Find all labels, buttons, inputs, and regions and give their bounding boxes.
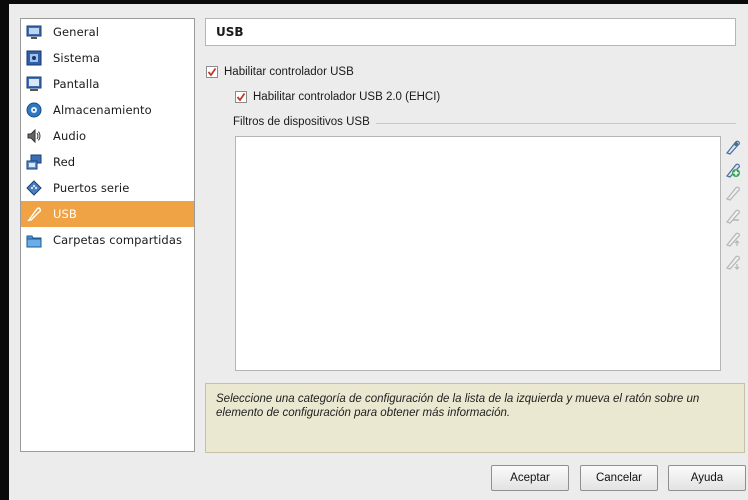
remove-filter-icon (725, 209, 740, 224)
chip-icon (25, 49, 43, 67)
usb-filters-group-label: Filtros de dispositivos USB (233, 116, 376, 128)
enable-usb-controller-checkbox[interactable]: Habilitar controlador USB (206, 66, 354, 78)
usb-icon (25, 205, 43, 223)
page-title: USB (216, 25, 244, 39)
sidebar-item-audio[interactable]: Audio (21, 123, 194, 149)
add-filter-button[interactable] (723, 136, 743, 158)
sidebar-item-label: Sistema (53, 51, 101, 65)
sidebar-item-almacenamiento[interactable]: Almacenamiento (21, 97, 194, 123)
sidebar-item-puertos-serie[interactable]: Puertos serie (21, 175, 194, 201)
sidebar-item-usb[interactable]: USB (21, 201, 194, 227)
monitor-icon (25, 23, 43, 41)
remove-filter-button[interactable] (723, 205, 743, 227)
check-icon (236, 92, 246, 102)
move-up-icon (725, 232, 740, 247)
disk-icon (25, 101, 43, 119)
sidebar-item-label: Puertos serie (53, 181, 130, 195)
settings-category-list[interactable]: General Sistema Pantalla Almacenamiento … (20, 18, 195, 452)
help-button[interactable]: Ayuda (668, 465, 746, 491)
page-title-bar: USB (205, 18, 736, 46)
serial-port-icon (25, 179, 43, 197)
cancel-button[interactable]: Cancelar (580, 465, 658, 491)
enable-usb-controller-label: Habilitar controlador USB (224, 66, 354, 78)
info-text: Seleccione una categoría de configuració… (216, 393, 700, 419)
sidebar-item-general[interactable]: General (21, 19, 194, 45)
window-top-edge (0, 0, 748, 4)
sidebar-item-label: Carpetas compartidas (53, 233, 183, 247)
sidebar-item-label: General (53, 25, 100, 39)
edit-filter-icon (725, 186, 740, 201)
add-from-device-button[interactable] (723, 159, 743, 181)
folder-icon (25, 231, 43, 249)
edit-filter-button[interactable] (723, 182, 743, 204)
enable-ehci-checkbox[interactable]: Habilitar controlador USB 2.0 (EHCI) (235, 91, 440, 103)
move-up-button[interactable] (723, 228, 743, 250)
check-icon (207, 67, 217, 77)
sidebar-item-label: Audio (53, 129, 87, 143)
speaker-icon (25, 127, 43, 145)
move-down-button[interactable] (723, 251, 743, 273)
sidebar-item-sistema[interactable]: Sistema (21, 45, 194, 71)
usb-filter-toolbar (723, 136, 745, 274)
sidebar-item-carpetas-compartidas[interactable]: Carpetas compartidas (21, 227, 194, 253)
info-panel: Seleccione una categoría de configuració… (205, 383, 745, 453)
window-left-edge (0, 0, 9, 500)
sidebar-item-label: Almacenamiento (53, 103, 152, 117)
network-icon (25, 153, 43, 171)
sidebar-item-pantalla[interactable]: Pantalla (21, 71, 194, 97)
add-filter-icon (725, 140, 740, 155)
sidebar-item-label: Red (53, 155, 76, 169)
ok-button[interactable]: Aceptar (491, 465, 569, 491)
sidebar-item-label: Pantalla (53, 77, 100, 91)
sidebar-item-label: USB (53, 207, 77, 221)
move-down-icon (725, 255, 740, 270)
display-icon (25, 75, 43, 93)
checkbox-box[interactable] (206, 66, 218, 78)
enable-ehci-label: Habilitar controlador USB 2.0 (EHCI) (253, 91, 441, 103)
checkbox-box[interactable] (235, 91, 247, 103)
add-from-device-icon (725, 163, 740, 178)
sidebar-item-red[interactable]: Red (21, 149, 194, 175)
usb-filters-list[interactable] (235, 136, 721, 371)
